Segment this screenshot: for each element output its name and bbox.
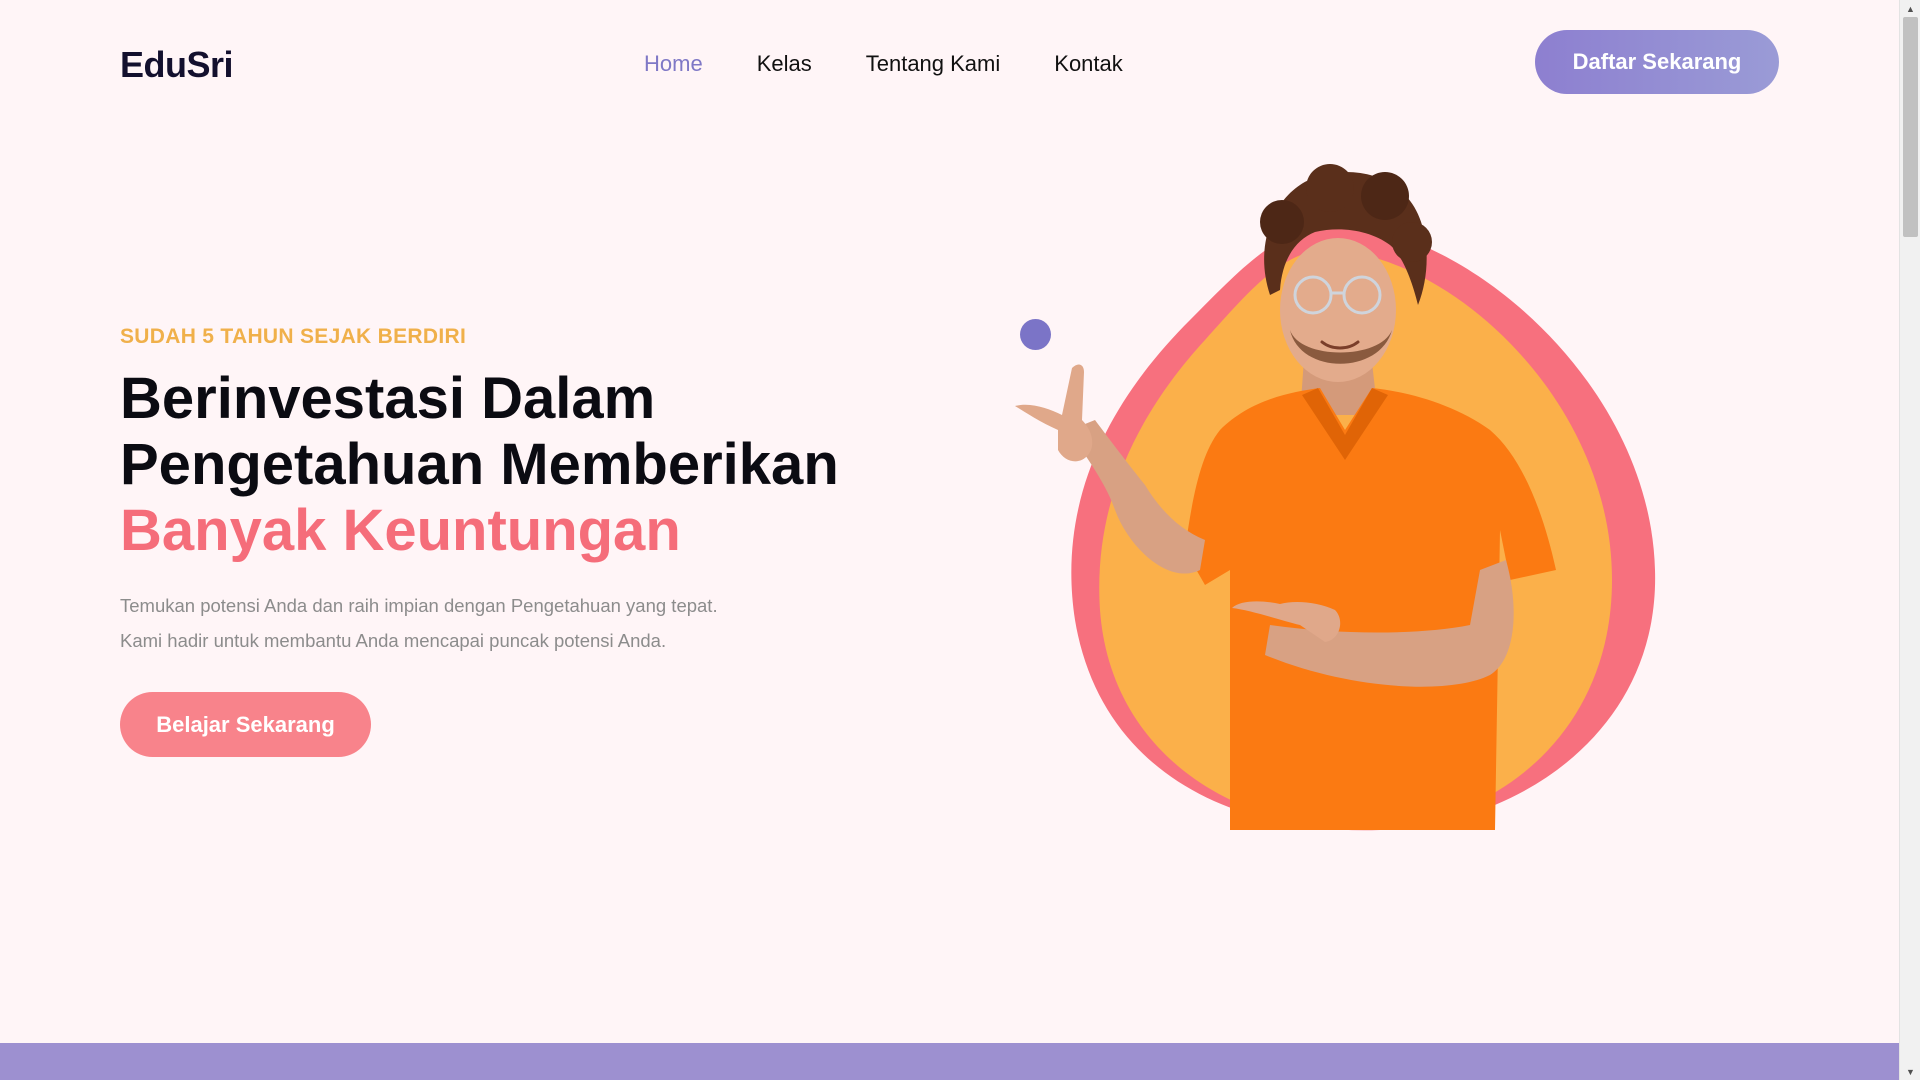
main-nav: Home Kelas Tentang Kami Kontak [644, 48, 1123, 80]
learn-now-button[interactable]: Belajar Sekarang [120, 692, 371, 757]
next-section-band [0, 1043, 1899, 1080]
nav-item-kelas[interactable]: Kelas [757, 48, 812, 80]
nav-item-tentang-kami[interactable]: Tentang Kami [866, 48, 1001, 80]
nav-item-home[interactable]: Home [644, 48, 703, 80]
person-raised-hand [1015, 364, 1093, 462]
register-button[interactable]: Daftar Sekarang [1535, 30, 1779, 94]
person-hair-curl [1306, 164, 1354, 212]
person-hair-curl [1260, 200, 1304, 244]
hero-headline-line2: Pengetahuan Memberikan [120, 432, 839, 497]
hero-description: Temukan potensi Anda dan raih impian den… [120, 588, 820, 658]
hero-description-line2: Kami hadir untuk membantu Anda mencapai … [120, 630, 667, 651]
hero-headline-accent: Banyak Keuntungan [120, 498, 681, 563]
hero-eyebrow: SUDAH 5 TAHUN SEJAK BERDIRI [120, 325, 467, 348]
chevron-down-icon[interactable]: ▼ [1900, 1063, 1920, 1080]
hero-headline: Berinvestasi Dalam Pengetahuan Memberika… [120, 366, 920, 564]
scrollbar-thumb[interactable] [1903, 17, 1918, 237]
hero-description-line1: Temukan potensi Anda dan raih impian den… [120, 595, 718, 616]
chevron-up-icon[interactable]: ▲ [1900, 0, 1920, 17]
hero-headline-line1: Berinvestasi Dalam [120, 366, 656, 431]
hero-image [1015, 164, 1656, 831]
person-hair-curl [1361, 172, 1409, 220]
landing-page: EduSri Home Kelas Tentang Kami Kontak Da… [0, 0, 1899, 1080]
person-hair-curl [1392, 222, 1432, 262]
vertical-scrollbar[interactable]: ▲ ▼ [1899, 0, 1920, 1080]
nav-item-kontak[interactable]: Kontak [1054, 48, 1123, 80]
logo[interactable]: EduSri [120, 44, 234, 86]
